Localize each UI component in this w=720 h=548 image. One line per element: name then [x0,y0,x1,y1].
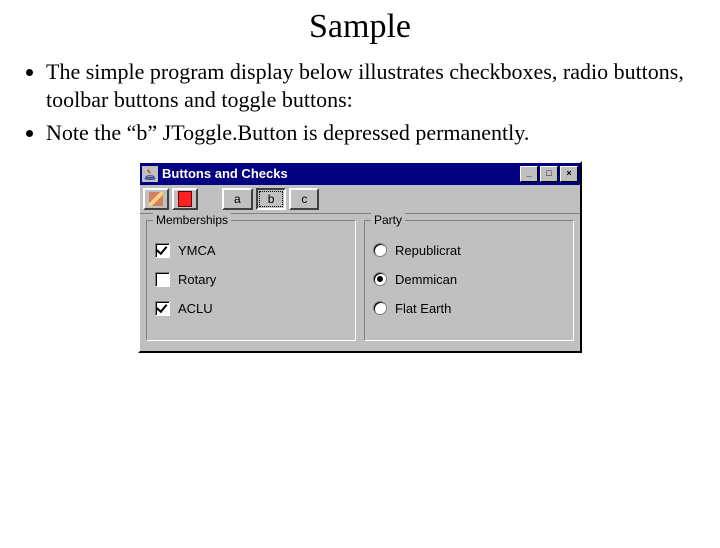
radio-demmican[interactable] [373,272,387,286]
radio-label: Flat Earth [395,301,451,316]
checkbox-row-aclu[interactable]: ACLU [155,301,347,316]
checkbox-rotary[interactable] [155,272,170,287]
checkbox-ymca[interactable] [155,243,170,258]
minimize-button[interactable]: _ [520,166,538,182]
bullet-item-2: Note the “b” JToggle.Button is depressed… [46,119,700,147]
toggle-button-b[interactable]: b [256,188,287,210]
app-window: Buttons and Checks _ □ × a b c Membershi… [138,161,582,353]
party-title: Party [371,213,405,227]
checkbox-aclu[interactable] [155,301,170,316]
bullet-list: The simple program display below illustr… [28,58,700,147]
memberships-group: Memberships YMCA Rotary ACLU [146,220,356,341]
radio-republicrat[interactable] [373,243,387,257]
toggle-button-c[interactable]: c [289,188,319,210]
slide-title: Sample [0,8,720,46]
party-group: Party Republicrat Demmican Flat Earth [364,220,574,341]
checkbox-row-rotary[interactable]: Rotary [155,272,347,287]
toolbar-button-pencil[interactable] [143,188,169,210]
panel-area: Memberships YMCA Rotary ACLU Party Repub… [140,214,580,351]
checkbox-label: Rotary [178,272,216,287]
memberships-title: Memberships [153,213,231,227]
maximize-button[interactable]: □ [540,166,558,182]
radio-flatearth[interactable] [373,301,387,315]
radio-label: Republicrat [395,243,461,258]
red-square-icon [178,191,192,207]
toolbar: a b c [140,185,580,214]
radio-label: Demmican [395,272,457,287]
radio-row-flatearth[interactable]: Flat Earth [373,301,565,316]
radio-row-demmican[interactable]: Demmican [373,272,565,287]
java-cup-icon [142,166,158,182]
close-button[interactable]: × [560,166,578,182]
toggle-button-a[interactable]: a [222,188,253,210]
radio-row-republicrat[interactable]: Republicrat [373,243,565,258]
pencil-icon [149,192,163,206]
checkbox-label: ACLU [178,301,213,316]
checkbox-label: YMCA [178,243,216,258]
bullet-item-1: The simple program display below illustr… [46,58,700,113]
window-title: Buttons and Checks [162,166,518,181]
title-bar[interactable]: Buttons and Checks _ □ × [140,163,580,185]
toolbar-button-red[interactable] [172,188,198,210]
checkbox-row-ymca[interactable]: YMCA [155,243,347,258]
